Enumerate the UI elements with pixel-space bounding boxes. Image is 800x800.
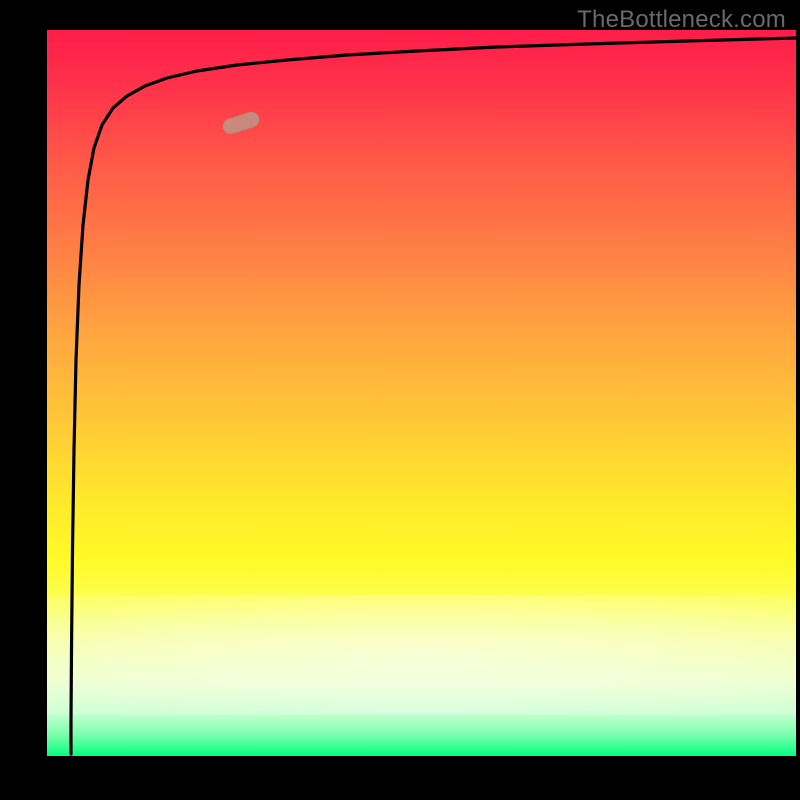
plot-area <box>47 30 796 756</box>
chart-frame: TheBottleneck.com <box>0 0 800 800</box>
watermark-text: TheBottleneck.com <box>577 6 786 34</box>
